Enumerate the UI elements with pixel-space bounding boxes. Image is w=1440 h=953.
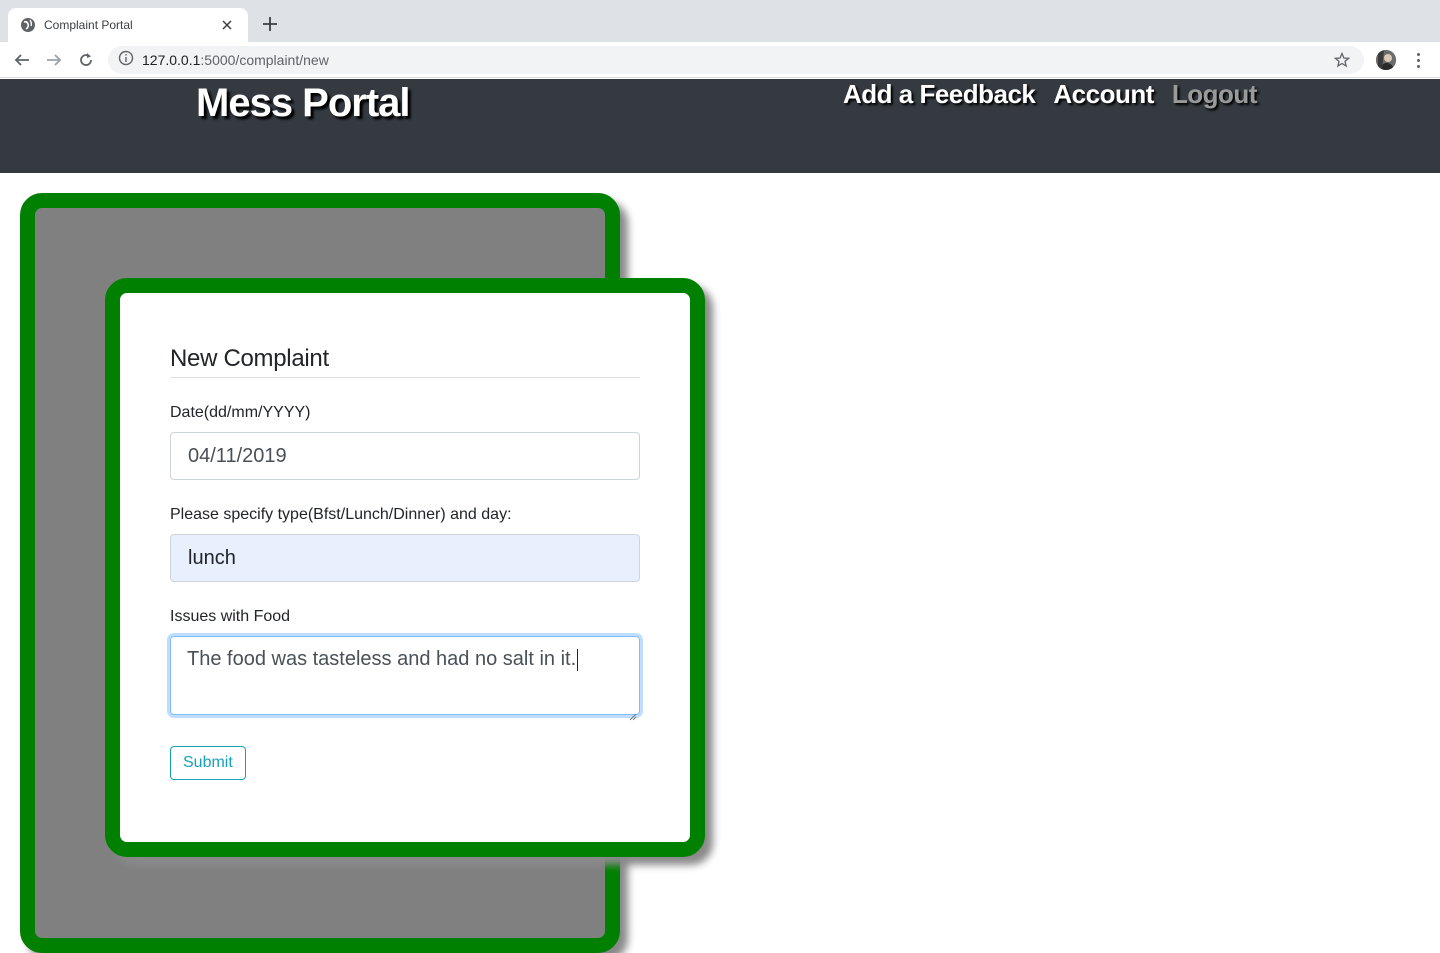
more-vert-icon[interactable]	[1410, 50, 1426, 70]
globe-favicon-icon	[20, 17, 36, 33]
type-value: lunch	[188, 546, 236, 569]
issues-label: Issues with Food	[170, 608, 291, 625]
close-icon[interactable]	[218, 16, 236, 34]
nav-add-feedback[interactable]: Add a Feedback	[843, 79, 1036, 110]
plus-icon[interactable]	[258, 12, 282, 36]
submit-button[interactable]: Submit	[170, 746, 246, 780]
date-value: 04/11/2019	[188, 444, 287, 467]
complaint-form: New Complaint Date(dd/mm/YYYY) 04/11/201…	[170, 345, 640, 780]
browser-tab[interactable]: Complaint Portal	[8, 8, 248, 42]
url-host: 127.0.0.1	[142, 52, 201, 68]
nav-logout[interactable]: Logout	[1172, 79, 1258, 110]
browser-tabstrip: Complaint Portal	[0, 0, 1440, 42]
url-path: :5000/complaint/new	[200, 52, 329, 68]
site-navbar: Mess Portal Add a Feedback Account Logou…	[0, 79, 1440, 173]
complaint-card: New Complaint Date(dd/mm/YYYY) 04/11/201…	[105, 278, 705, 857]
issues-value: The food was tasteless and had no salt i…	[187, 648, 577, 670]
text-caret	[577, 648, 579, 671]
address-bar[interactable]: 127.0.0.1:5000/complaint/new	[108, 46, 1364, 74]
url-text: 127.0.0.1:5000/complaint/new	[142, 52, 329, 68]
issues-textarea[interactable]: The food was tasteless and had no salt i…	[170, 636, 640, 721]
date-label: Date(dd/mm/YYYY)	[170, 404, 311, 421]
star-icon[interactable]	[1333, 51, 1351, 68]
forward-arrow-icon[interactable]	[42, 48, 66, 72]
reload-icon[interactable]	[74, 48, 98, 72]
date-input[interactable]: 04/11/2019	[170, 432, 640, 480]
tab-title: Complaint Portal	[44, 18, 133, 32]
browser-toolbar: 127.0.0.1:5000/complaint/new	[0, 42, 1440, 78]
form-title: New Complaint	[170, 345, 640, 378]
brand-logo[interactable]: Mess Portal	[196, 81, 411, 126]
info-icon[interactable]	[118, 50, 134, 71]
back-arrow-icon[interactable]	[10, 48, 34, 72]
resize-handle[interactable]	[629, 704, 637, 721]
type-input[interactable]: lunch	[170, 534, 640, 582]
type-label: Please specify type(Bfst/Lunch/Dinner) a…	[170, 506, 512, 523]
nav-account[interactable]: Account	[1053, 79, 1154, 110]
nav-links: Add a Feedback Account Logout	[843, 79, 1257, 110]
profile-avatar[interactable]	[1376, 50, 1396, 70]
